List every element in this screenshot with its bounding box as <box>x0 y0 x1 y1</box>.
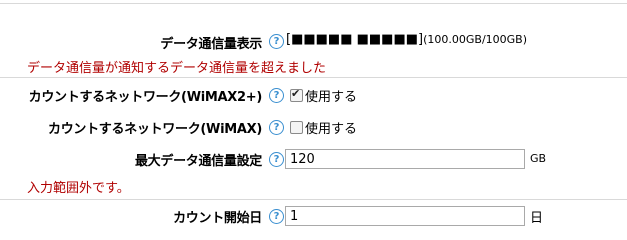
max-usage-unit: GB <box>530 152 547 165</box>
count-wimax-label: カウントするネットワーク(WiMAX) <box>48 122 262 137</box>
count-start-day-label: カウント開始日 <box>173 211 262 226</box>
help-icon[interactable]: ? <box>269 152 284 167</box>
count-wimax2-label: カウントするネットワーク(WiMAX2+) <box>28 90 263 105</box>
max-usage-input[interactable] <box>285 149 525 169</box>
help-icon[interactable]: ? <box>269 120 284 135</box>
help-icon[interactable]: ? <box>269 88 284 103</box>
count-wimax2-option-label[interactable]: 使用する <box>305 86 357 105</box>
data-usage-label: データ通信量表示 <box>160 37 262 52</box>
data-usage-amount: (100.00GB/100GB) <box>423 33 528 46</box>
count-wimax2-checkbox[interactable] <box>290 87 303 102</box>
count-start-day-input[interactable] <box>285 206 525 226</box>
count-start-day-unit: 日 <box>530 211 544 226</box>
data-usage-value: [■■■■■ ■■■■■](100.00GB/100GB) <box>286 32 527 47</box>
help-icon[interactable]: ? <box>269 34 284 49</box>
divider-after-warning <box>0 77 627 78</box>
divider-top <box>0 3 627 4</box>
data-usage-meter: [■■■■■ ■■■■■] <box>286 32 424 47</box>
max-usage-label: 最大データ通信量設定 <box>134 154 262 169</box>
max-usage-error: 入力範囲外です。 <box>27 181 130 196</box>
data-usage-warning: データ通信量が通知するデータ通信量を超えました <box>27 61 327 76</box>
count-wimax-checkbox[interactable] <box>290 121 303 134</box>
divider-after-error <box>0 199 627 200</box>
help-icon[interactable]: ? <box>269 209 284 224</box>
count-wimax-option-label[interactable]: 使用する <box>305 118 357 137</box>
